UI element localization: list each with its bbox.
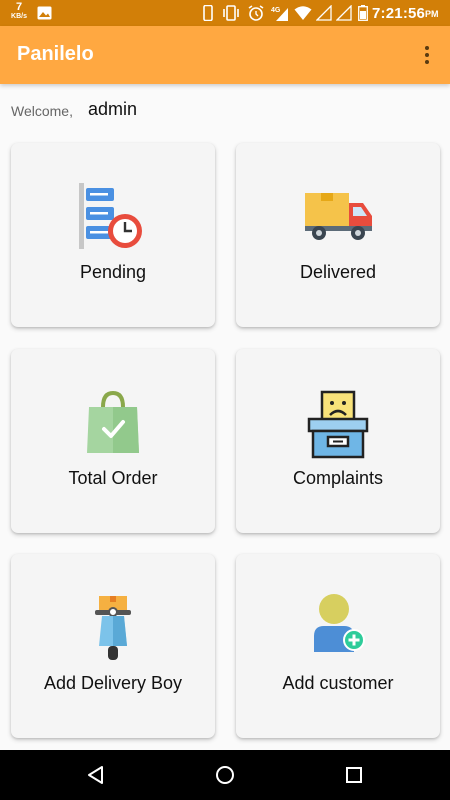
network-speed-unit: KB/s (11, 13, 27, 20)
delivered-card[interactable]: Delivered (236, 143, 440, 327)
home-icon[interactable] (215, 765, 235, 785)
add-customer-card[interactable]: Add customer (236, 554, 440, 738)
add-customer-label: Add customer (282, 673, 394, 693)
signal-icon (336, 5, 352, 21)
complaints-card[interactable]: Complaints (236, 349, 440, 533)
add-delivery-boy-label: Add Delivery Boy (43, 673, 183, 693)
back-icon[interactable] (86, 765, 106, 785)
add-delivery-boy-card[interactable]: Add Delivery Boy (11, 554, 215, 738)
battery-icon (358, 5, 368, 21)
delivered-label: Delivered (299, 262, 377, 282)
network-speed-value: 7 (15, 1, 23, 13)
delivery-truck-icon (305, 193, 372, 240)
more-vert-icon[interactable] (418, 43, 436, 67)
welcome-username: admin (88, 99, 138, 119)
total-order-card[interactable]: Total Order (11, 349, 215, 533)
4g-signal-icon: 4G (271, 7, 288, 21)
total-order-label: Total Order (68, 468, 158, 488)
add-user-icon (314, 594, 365, 652)
pending-card[interactable]: Pending (11, 143, 215, 327)
alarm-icon (248, 5, 264, 21)
status-bar: 7 KB/s 4G 7:21:56 PM (0, 0, 450, 26)
network-speed: 7 KB/s (9, 1, 29, 21)
complaints-box-icon (307, 390, 369, 459)
image-icon (37, 6, 52, 20)
svg-text:4G: 4G (271, 7, 281, 14)
complaints-label: Complaints (292, 468, 384, 488)
shopping-bag-icon (87, 390, 139, 453)
app-title: Panilelo (17, 43, 94, 65)
clock: 7:21:56 (372, 5, 426, 22)
app-bar: Panilelo (0, 26, 450, 84)
clock-ampm: PM (425, 9, 439, 19)
delivery-scooter-icon (95, 596, 131, 660)
welcome-label: Welcome, (11, 103, 73, 119)
recents-icon[interactable] (345, 766, 363, 784)
vibrate-icon (223, 5, 239, 21)
navigation-bar (0, 750, 450, 800)
phone-icon (203, 5, 213, 21)
pending-clock-list-icon (79, 183, 142, 249)
pending-label: Pending (79, 262, 147, 282)
wifi-icon (294, 6, 312, 20)
signal-icon (316, 5, 332, 21)
